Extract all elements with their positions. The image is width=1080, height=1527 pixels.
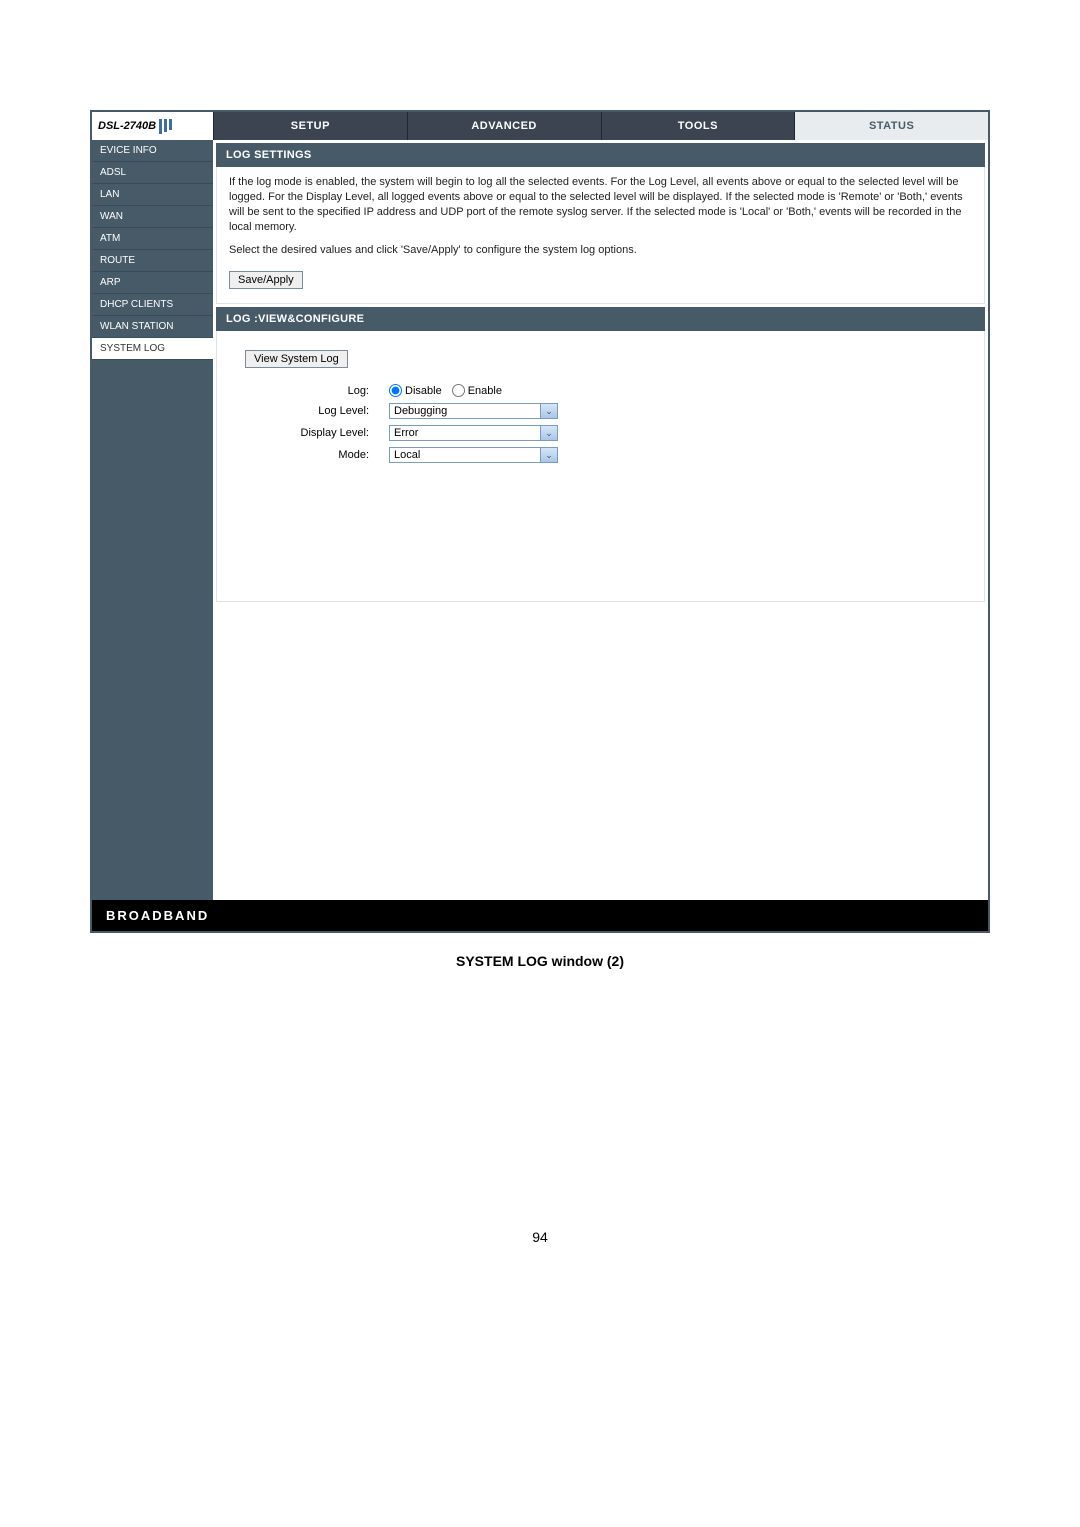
- router-admin-frame: DSL-2740B SETUP ADVANCED TOOLS STATUS EV…: [90, 110, 990, 933]
- model-text: DSL-2740B: [98, 120, 156, 132]
- log-level-dropdown-button[interactable]: ⌄: [541, 403, 558, 419]
- chevron-down-icon: ⌄: [545, 450, 553, 461]
- log-view-configure-header: LOG :VIEW&CONFIGURE: [216, 307, 985, 331]
- sidebar-item-lan[interactable]: LAN: [92, 184, 213, 206]
- sidebar-item-route[interactable]: ROUTE: [92, 250, 213, 272]
- view-system-log-button[interactable]: View System Log: [245, 350, 348, 368]
- sidebar-item-wlan-station[interactable]: WLAN STATION: [92, 316, 213, 338]
- log-settings-panel: LOG SETTINGS If the log mode is enabled,…: [216, 143, 985, 304]
- sidebar-item-device-info[interactable]: EVICE INFO: [92, 140, 213, 162]
- log-radio-group: Disable Enable: [389, 384, 502, 397]
- log-settings-header: LOG SETTINGS: [216, 143, 985, 167]
- tab-advanced[interactable]: ADVANCED: [407, 112, 601, 140]
- radio-enable-input[interactable]: [452, 384, 465, 397]
- mode-label: Mode:: [269, 449, 389, 461]
- main-tabs: SETUP ADVANCED TOOLS STATUS: [213, 112, 988, 140]
- radio-disable-input[interactable]: [389, 384, 402, 397]
- save-apply-button[interactable]: Save/Apply: [229, 271, 303, 289]
- tab-status[interactable]: STATUS: [794, 112, 988, 140]
- log-settings-instruction: Select the desired values and click 'Sav…: [229, 244, 972, 256]
- main-content: LOG SETTINGS If the log mode is enabled,…: [213, 140, 988, 900]
- display-level-label: Display Level:: [269, 427, 389, 439]
- log-level-value[interactable]: [389, 403, 541, 419]
- radio-disable-label: Disable: [405, 385, 442, 397]
- radio-disable[interactable]: Disable: [389, 384, 442, 397]
- sidebar: EVICE INFO ADSL LAN WAN ATM ROUTE ARP DH…: [92, 140, 213, 900]
- footer-bar: BROADBAND: [92, 900, 988, 931]
- top-bar: DSL-2740B SETUP ADVANCED TOOLS STATUS: [92, 112, 988, 140]
- radio-enable-label: Enable: [468, 385, 502, 397]
- chevron-down-icon: ⌄: [545, 428, 553, 439]
- sidebar-item-adsl[interactable]: ADSL: [92, 162, 213, 184]
- model-label: DSL-2740B: [92, 112, 213, 140]
- tab-tools[interactable]: TOOLS: [601, 112, 795, 140]
- sidebar-item-arp[interactable]: ARP: [92, 272, 213, 294]
- display-level-value[interactable]: [389, 425, 541, 441]
- sidebar-item-atm[interactable]: ATM: [92, 228, 213, 250]
- tab-setup[interactable]: SETUP: [213, 112, 407, 140]
- logo-bars-icon: [159, 119, 172, 134]
- log-settings-description: If the log mode is enabled, the system w…: [229, 175, 972, 234]
- log-level-label: Log Level:: [269, 405, 389, 417]
- sidebar-item-system-log[interactable]: SYSTEM LOG: [92, 338, 213, 360]
- radio-enable[interactable]: Enable: [452, 384, 502, 397]
- sidebar-item-wan[interactable]: WAN: [92, 206, 213, 228]
- display-level-select[interactable]: ⌄: [389, 425, 558, 441]
- log-view-configure-panel: LOG :VIEW&CONFIGURE View System Log Log:: [216, 307, 985, 602]
- mode-select[interactable]: ⌄: [389, 447, 558, 463]
- figure-caption: SYSTEM LOG window (2): [90, 953, 990, 969]
- chevron-down-icon: ⌄: [545, 406, 553, 417]
- mode-value[interactable]: [389, 447, 541, 463]
- log-level-select[interactable]: ⌄: [389, 403, 558, 419]
- sidebar-item-dhcp-clients[interactable]: DHCP CLIENTS: [92, 294, 213, 316]
- mode-dropdown-button[interactable]: ⌄: [541, 447, 558, 463]
- display-level-dropdown-button[interactable]: ⌄: [541, 425, 558, 441]
- log-label: Log:: [269, 385, 389, 397]
- page-number: 94: [90, 1229, 990, 1245]
